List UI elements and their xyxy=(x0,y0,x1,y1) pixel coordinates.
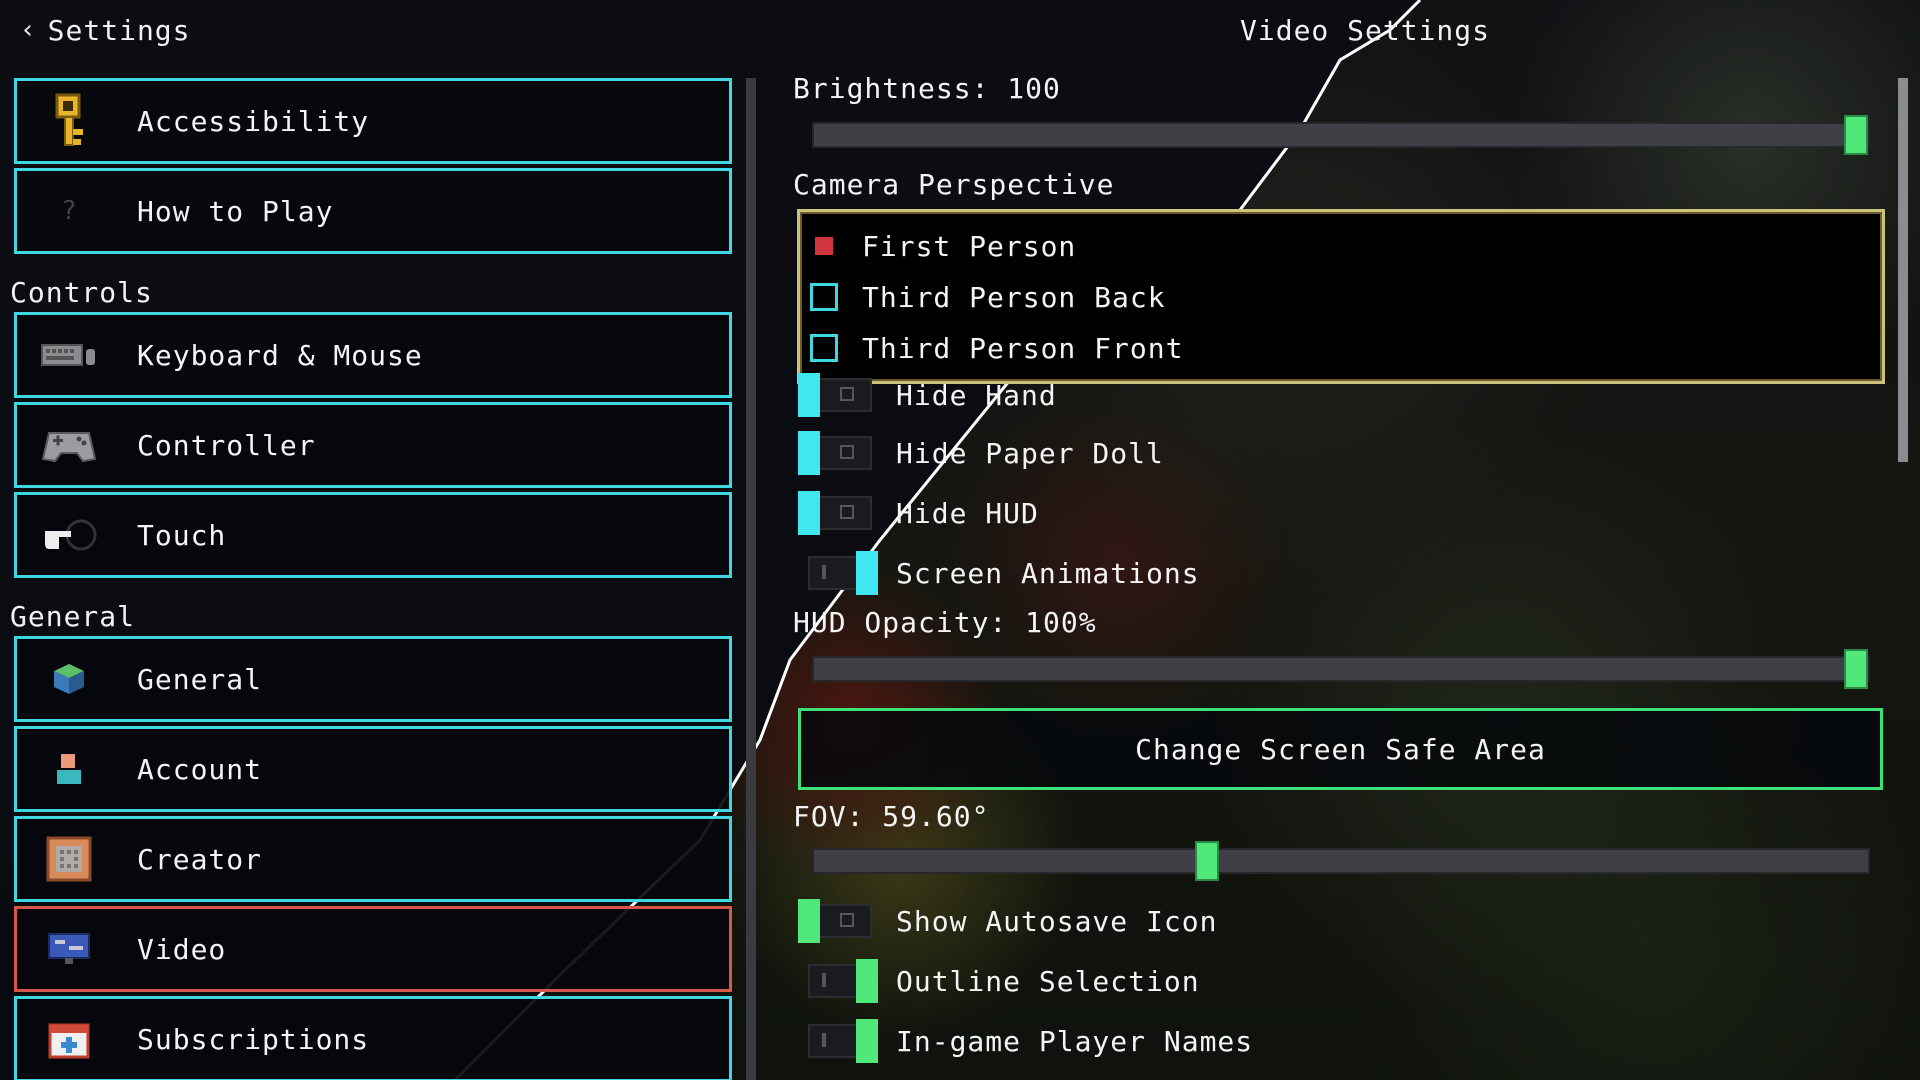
toggle-switch[interactable] xyxy=(798,373,880,417)
key-icon xyxy=(41,93,97,149)
toggle-show-autosave-icon[interactable]: Show Autosave Icon xyxy=(798,896,1217,946)
radio-label: First Person xyxy=(862,229,1077,263)
fov-slider-thumb[interactable] xyxy=(1195,841,1219,881)
sidebar-item-account[interactable]: Account xyxy=(14,726,732,812)
toggle-switch[interactable] xyxy=(798,431,880,475)
chevron-left-icon: ‹ xyxy=(20,15,36,45)
brightness-label: Brightness: 100 xyxy=(793,72,1061,105)
sidebar-item-touch[interactable]: Touch xyxy=(14,492,732,578)
gamepad-icon xyxy=(41,417,97,473)
toggle-in-game-player-names[interactable]: In-game Player Names xyxy=(798,1016,1253,1066)
radio-indicator xyxy=(810,334,838,362)
cube-icon xyxy=(41,651,97,707)
sidebar-item-keyboard-mouse[interactable]: Keyboard & Mouse xyxy=(14,312,732,398)
toggle-switch[interactable] xyxy=(798,1019,880,1063)
hud-opacity-label: HUD Opacity: 100% xyxy=(793,606,1097,639)
toggle-hide-hand[interactable]: Hide Hand xyxy=(798,370,1057,420)
page-title: Video Settings xyxy=(1240,13,1491,47)
sidebar-item-label: Touch xyxy=(137,518,227,552)
sidebar-item-general[interactable]: General xyxy=(14,636,732,722)
toggle-label: Outline Selection xyxy=(896,964,1200,998)
keyboard-icon xyxy=(41,327,97,383)
settings-scrollbar[interactable] xyxy=(1898,78,1908,462)
toggle-switch[interactable] xyxy=(798,899,880,943)
change-screen-safe-area-button[interactable]: Change Screen Safe Area xyxy=(798,708,1883,790)
sidebar-item-label: Video xyxy=(137,932,227,966)
sidebar-item-how-to-play[interactable]: ? How to Play xyxy=(14,168,732,254)
toggle-label: Hide HUD xyxy=(896,496,1039,530)
hud-opacity-slider[interactable] xyxy=(812,649,1870,689)
sidebar-item-subscriptions[interactable]: Subscriptions xyxy=(14,996,732,1080)
toggle-switch[interactable] xyxy=(798,551,880,595)
brightness-slider-thumb[interactable] xyxy=(1844,115,1868,155)
radio-indicator xyxy=(810,283,838,311)
back-button[interactable]: ‹ Settings xyxy=(20,12,191,48)
toggle-hide-hud[interactable]: Hide HUD xyxy=(798,488,1039,538)
radio-third-person-back[interactable]: Third Person Back xyxy=(810,277,1166,317)
sidebar-item-label: Creator xyxy=(137,842,263,876)
section-heading-general: General xyxy=(10,600,136,633)
toggle-label: Show Autosave Icon xyxy=(896,904,1218,938)
toggle-label: In-game Player Names xyxy=(896,1024,1254,1058)
section-heading-controls: Controls xyxy=(10,276,153,309)
creator-icon xyxy=(41,831,97,887)
sidebar-item-label: How to Play xyxy=(137,194,334,228)
sidebar-item-accessibility[interactable]: Accessibility xyxy=(14,78,732,164)
calendar-plus-icon xyxy=(41,1011,97,1067)
toggle-label: Hide Paper Doll xyxy=(896,436,1164,470)
toggle-label: Screen Animations xyxy=(896,556,1200,590)
sidebar-item-label: Account xyxy=(137,752,263,786)
monitor-icon xyxy=(41,921,97,977)
sidebar-item-controller[interactable]: Controller xyxy=(14,402,732,488)
radio-label: Third Person Back xyxy=(862,280,1166,314)
sidebar-item-video[interactable]: Video xyxy=(14,906,732,992)
sidebar-item-label: Keyboard & Mouse xyxy=(137,338,423,372)
hud-opacity-slider-thumb[interactable] xyxy=(1844,649,1868,689)
radio-third-person-front[interactable]: Third Person Front xyxy=(810,328,1183,368)
toggle-hide-paper-doll[interactable]: Hide Paper Doll xyxy=(798,428,1164,478)
sidebar-item-label: Controller xyxy=(137,428,316,462)
radio-indicator xyxy=(815,237,833,255)
sidebar-item-label: General xyxy=(137,662,263,696)
pointing-hand-icon xyxy=(41,507,97,563)
button-label: Change Screen Safe Area xyxy=(1135,732,1546,766)
sidebar-item-label: Accessibility xyxy=(137,104,370,138)
brightness-slider[interactable] xyxy=(812,115,1870,155)
toggle-switch[interactable] xyxy=(798,959,880,1003)
toggle-screen-animations[interactable]: Screen Animations xyxy=(798,548,1200,598)
camera-perspective-heading: Camera Perspective xyxy=(793,168,1115,201)
person-icon xyxy=(41,741,97,797)
sidebar-item-label: Subscriptions xyxy=(137,1022,370,1056)
fov-label: FOV: 59.60° xyxy=(793,800,990,833)
radio-label: Third Person Front xyxy=(862,331,1184,365)
radio-first-person[interactable]: First Person xyxy=(810,226,1076,266)
back-label: Settings xyxy=(47,13,191,47)
question-icon: ? xyxy=(61,196,77,226)
fov-slider[interactable] xyxy=(812,841,1870,881)
toggle-label: Hide Hand xyxy=(896,378,1057,412)
camera-perspective-list: First Person Third Person Back Third Per… xyxy=(797,209,1885,384)
toggle-outline-selection[interactable]: Outline Selection xyxy=(798,956,1200,1006)
sidebar-item-creator[interactable]: Creator xyxy=(14,816,732,902)
sidebar-scrollbar[interactable] xyxy=(746,78,756,1080)
toggle-switch[interactable] xyxy=(798,491,880,535)
